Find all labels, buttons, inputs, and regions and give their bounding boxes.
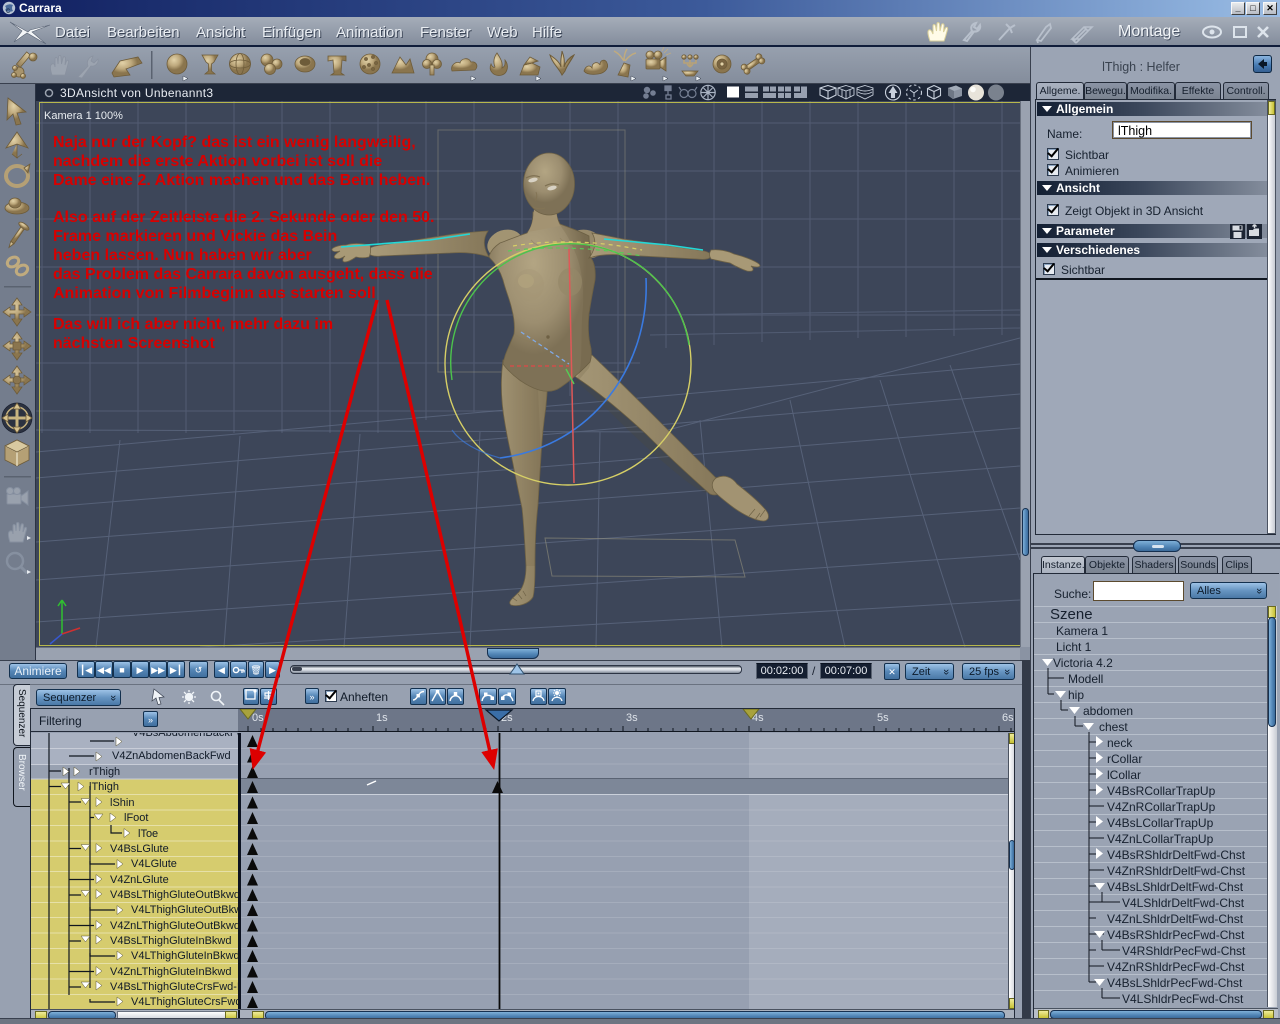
svg-text:c: c bbox=[6, 6, 10, 15]
